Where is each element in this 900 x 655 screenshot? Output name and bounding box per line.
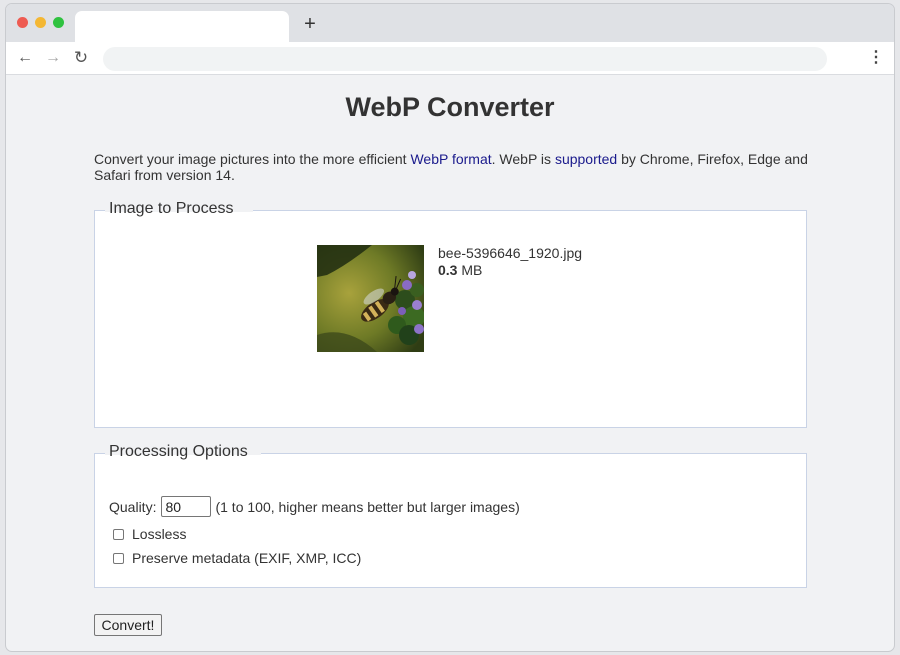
convert-button[interactable]: Convert! <box>94 614 162 636</box>
webp-format-link[interactable]: WebP format <box>410 151 491 167</box>
file-size-unit: MB <box>457 262 483 278</box>
image-section-legend: Image to Process <box>109 200 234 217</box>
page-title: WebP Converter <box>345 92 555 122</box>
bee-image <box>317 245 424 352</box>
new-tab-plus-icon[interactable]: + <box>299 13 321 35</box>
image-to-process-fieldset: Image to Process bee-5396646_1920.jpg 0.… <box>94 200 807 428</box>
minimize-window-button[interactable] <box>35 17 46 28</box>
image-thumbnail <box>317 245 424 352</box>
lossless-checkbox[interactable] <box>113 528 124 540</box>
quality-label: Quality: <box>109 498 157 515</box>
file-name: bee-5396646_1920.jpg <box>438 245 583 261</box>
intro-text: Convert your image pictures into the mor… <box>94 151 814 183</box>
supported-link[interactable]: supported <box>555 151 617 167</box>
intro-text-part: Convert your image pictures into the mor… <box>94 151 411 167</box>
forward-arrow-icon[interactable]: → <box>42 47 64 69</box>
preserve-metadata-option[interactable]: Preserve metadata (EXIF, XMP, ICC) <box>113 550 361 566</box>
maximize-window-button[interactable] <box>53 17 64 28</box>
browser-tab[interactable] <box>75 11 289 42</box>
back-arrow-icon[interactable]: ← <box>14 47 36 69</box>
preserve-metadata-label[interactable]: Preserve metadata (EXIF, XMP, ICC) <box>132 550 361 566</box>
browser-toolbar: ← → ↻ ⋮ <box>6 42 894 75</box>
preserve-metadata-checkbox[interactable] <box>113 552 124 564</box>
options-section-legend: Processing Options <box>109 443 248 460</box>
page-content: WebP Converter Convert your image pictur… <box>6 76 894 651</box>
tab-bar: + <box>6 4 894 42</box>
quality-row: Quality: (1 to 100, higher means better … <box>109 496 520 517</box>
address-bar[interactable] <box>103 47 827 71</box>
processing-options-fieldset: Processing Options Quality: (1 to 100, h… <box>94 443 807 588</box>
close-window-button[interactable] <box>17 17 28 28</box>
lossless-label[interactable]: Lossless <box>132 526 186 542</box>
reload-icon[interactable]: ↻ <box>70 47 92 69</box>
quality-hint: (1 to 100, higher means better but large… <box>215 498 520 515</box>
browser-window: + ← → ↻ ⋮ WebP Converter Convert your im… <box>5 3 895 652</box>
intro-text-part: . WebP is <box>491 151 555 167</box>
browser-menu-icon[interactable]: ⋮ <box>868 47 884 69</box>
quality-input[interactable] <box>161 496 212 517</box>
file-size-value: 0.3 <box>438 262 458 278</box>
lossless-option[interactable]: Lossless <box>113 526 186 542</box>
file-size: 0.3 MB <box>438 262 482 278</box>
